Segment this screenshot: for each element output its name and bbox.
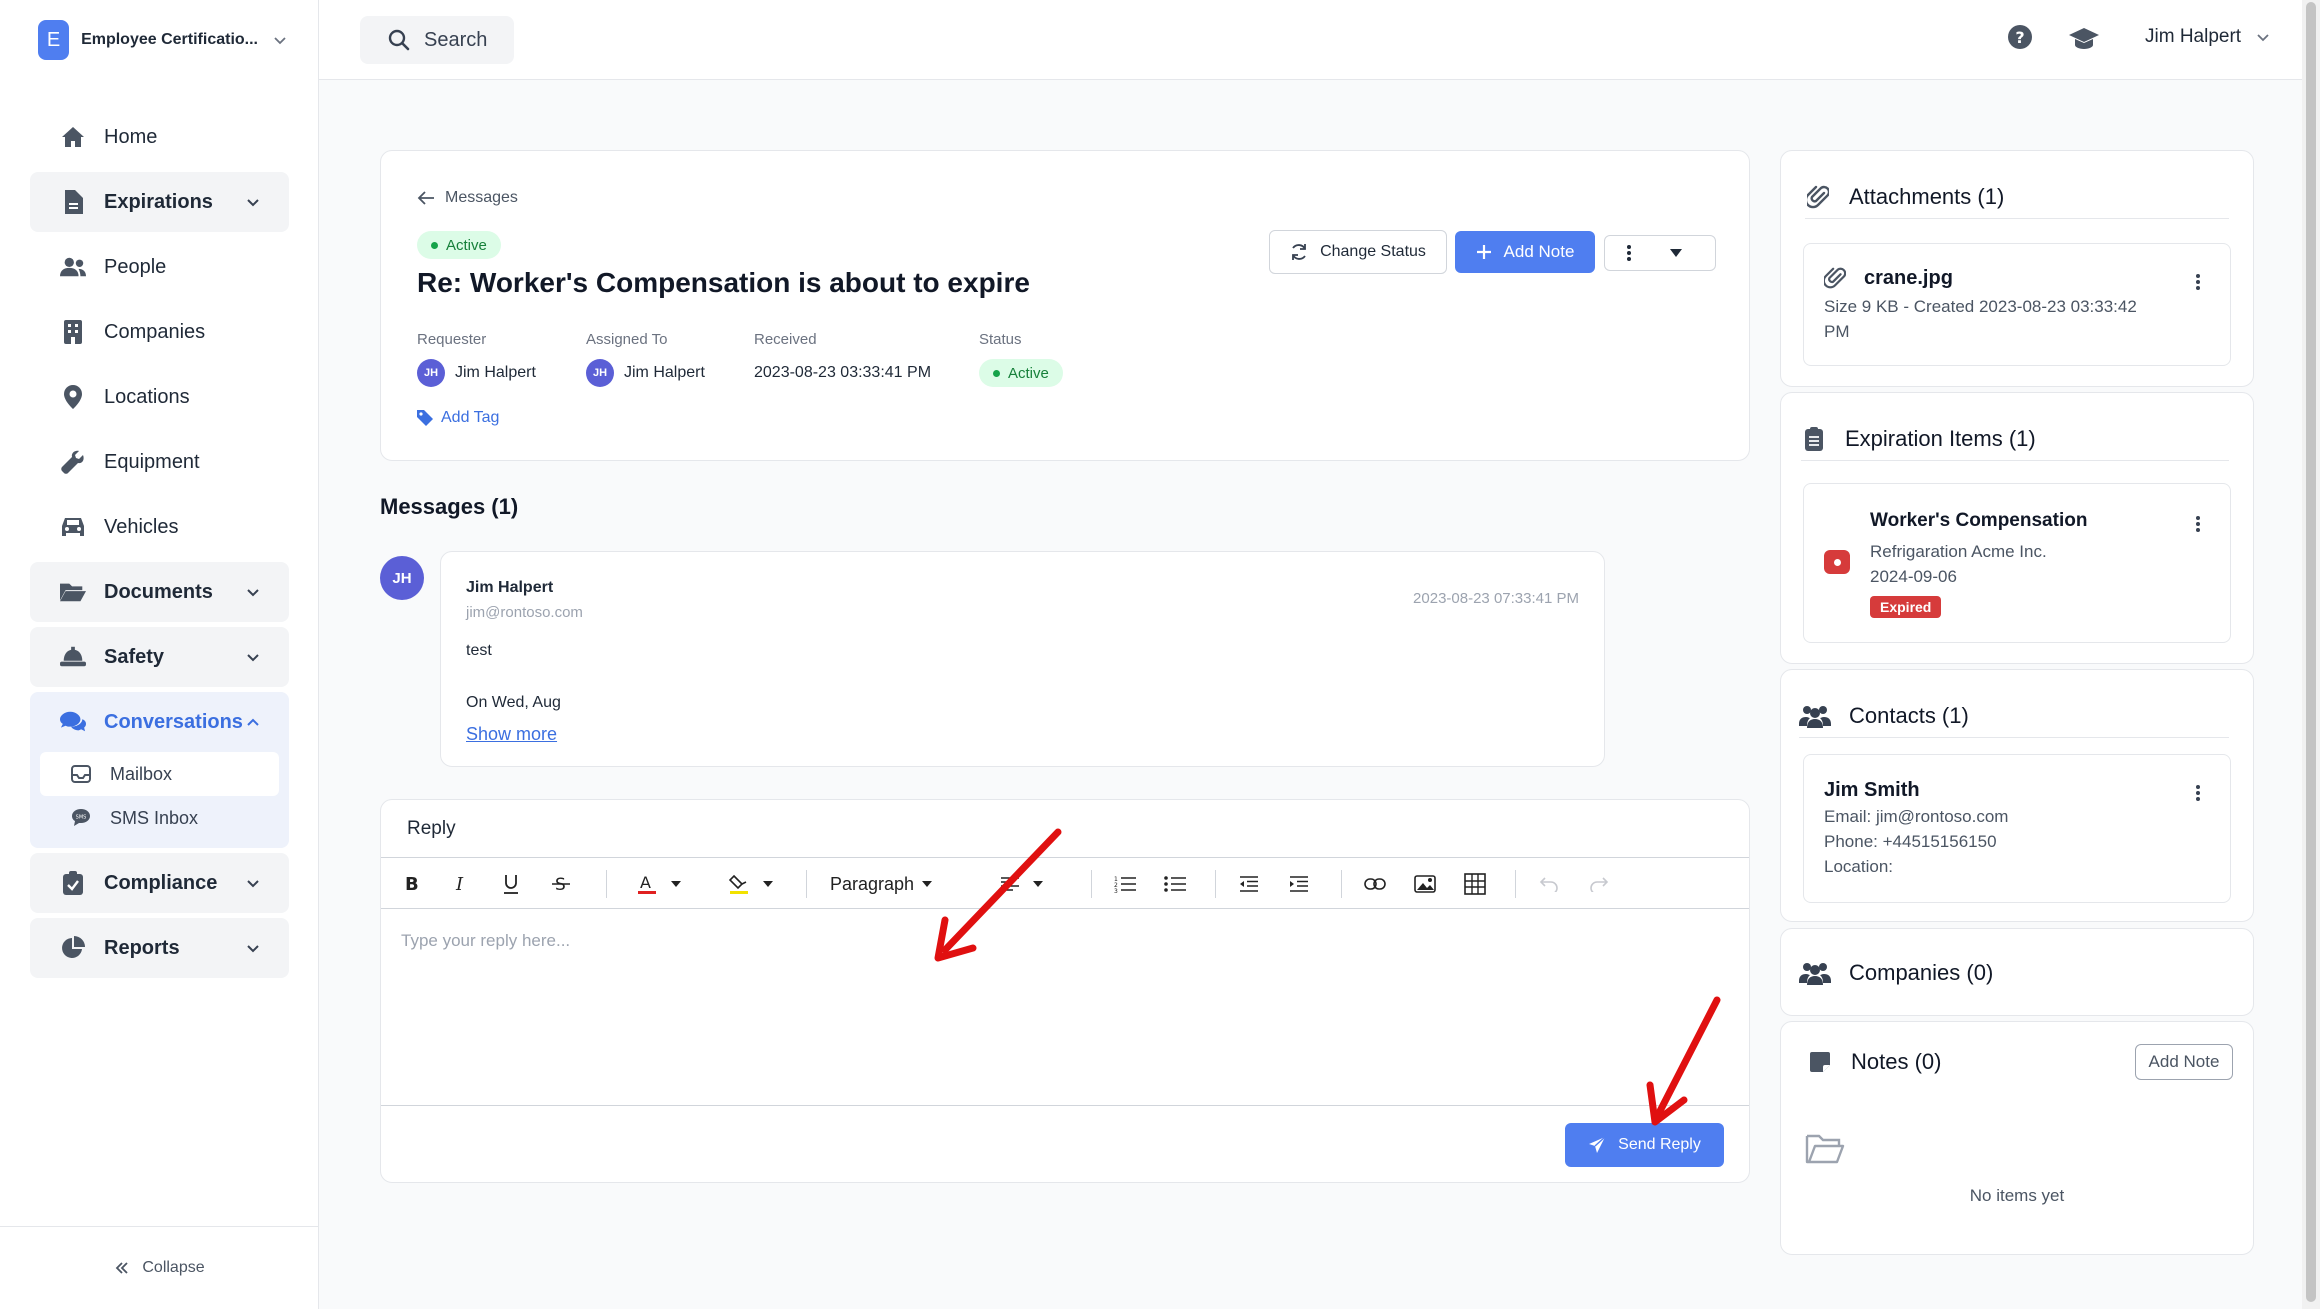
annotation-arrows (934, 828, 1721, 1126)
arrow-to-editor (934, 828, 1062, 962)
arrow-to-send-button (1646, 996, 1721, 1126)
